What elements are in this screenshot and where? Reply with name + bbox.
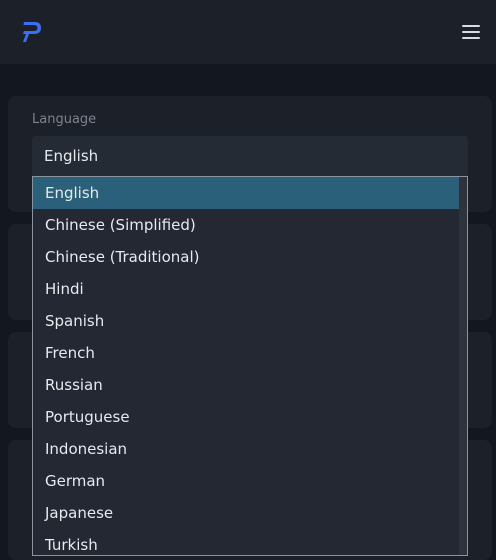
language-select[interactable]: English [32,136,468,176]
language-option-chinese-traditional[interactable]: Chinese (Traditional) [33,241,459,273]
language-dropdown-list: English Chinese (Simplified) Chinese (Tr… [32,176,468,556]
dropdown-scrollbar[interactable] [459,177,467,555]
language-option-japanese[interactable]: Japanese [33,497,459,529]
hamburger-menu-icon[interactable] [458,21,486,43]
language-option-spanish[interactable]: Spanish [33,305,459,337]
top-bar [0,0,496,64]
language-label: Language [32,112,97,127]
language-option-english[interactable]: English [33,177,459,209]
p-logo-icon[interactable] [22,20,42,44]
language-option-turkish[interactable]: Turkish [33,529,459,555]
language-option-russian[interactable]: Russian [33,369,459,401]
language-option-portuguese[interactable]: Portuguese [33,401,459,433]
language-option-german[interactable]: German [33,465,459,497]
language-option-chinese-simplified[interactable]: Chinese (Simplified) [33,209,459,241]
language-option-french[interactable]: French [33,337,459,369]
language-option-indonesian[interactable]: Indonesian [33,433,459,465]
language-option-hindi[interactable]: Hindi [33,273,459,305]
